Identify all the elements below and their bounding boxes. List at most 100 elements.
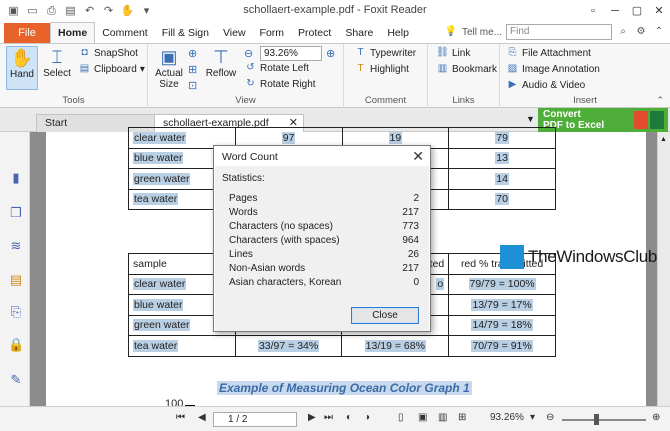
image-icon: ▨ <box>507 63 518 74</box>
save-icon[interactable]: ▤ <box>63 4 78 19</box>
maximize-icon[interactable]: ▢ <box>626 0 648 22</box>
open-icon[interactable]: ▭ <box>25 4 40 19</box>
previous-view-icon[interactable]: ◐ <box>346 412 352 423</box>
file-attachment-button[interactable]: ⎘ File Attachment <box>506 47 591 59</box>
zoom-select[interactable]: 93.26% <box>260 46 322 61</box>
dialog-body: Statistics: Pages 2 Words 217 Characters (… <box>215 166 429 331</box>
close-window-icon[interactable]: ✕ <box>648 0 670 22</box>
excel-file-icon <box>650 111 664 129</box>
select-button[interactable]: ⌶ Select <box>42 46 72 90</box>
fit-page-icon[interactable]: ⊕ <box>188 47 197 60</box>
zoom-out-status-icon[interactable]: ⊖ <box>546 412 554 423</box>
hand-tool-icon[interactable]: ✋ <box>120 4 135 19</box>
stat-row: Asian characters, Korean 0 <box>229 277 419 288</box>
previous-page-icon[interactable]: ◀ <box>198 412 206 423</box>
first-page-icon[interactable]: ⏮ <box>176 412 185 423</box>
next-view-icon[interactable]: ◑ <box>364 412 370 423</box>
chevron-up-icon[interactable]: ⌃ <box>652 25 666 39</box>
clipboard-button[interactable]: ▤ Clipboard ▾ <box>78 63 145 75</box>
print-icon[interactable]: ⎙ <box>44 4 59 19</box>
menu-help[interactable]: Help <box>380 23 416 43</box>
close-button[interactable]: Close <box>351 307 419 324</box>
rotate-right-icon: ↻ <box>246 78 255 89</box>
close-icon[interactable]: ✕ <box>412 148 424 165</box>
zoom-dropdown-icon[interactable]: ▾ <box>530 412 535 423</box>
snapshot-button[interactable]: ◘ SnapShot <box>78 47 137 59</box>
signature-icon[interactable]: ✎ <box>8 372 24 388</box>
comment-group: T Typewriter T Highlight Comment <box>344 44 428 108</box>
reflow-button[interactable]: ⊤ Reflow <box>204 46 238 90</box>
stat-row: Words 217 <box>229 207 419 218</box>
comment-label: Comment <box>364 95 407 106</box>
hand-button[interactable]: ✋ Hand <box>6 46 38 90</box>
attachments-icon[interactable]: ⎘ <box>8 304 24 320</box>
zoom-in-status-icon[interactable]: ⊕ <box>652 412 660 423</box>
single-page-icon[interactable]: ▯ <box>398 412 404 423</box>
camera-icon: ◘ <box>81 47 88 58</box>
facing-page-icon[interactable]: ▥ <box>438 412 447 423</box>
redo-icon[interactable]: ↷ <box>101 4 116 19</box>
view-label: View <box>235 95 256 106</box>
lightbulb-icon: 💡 <box>444 26 458 37</box>
undo-icon[interactable]: ↶ <box>82 4 97 19</box>
search-icon[interactable]: ⌕ <box>616 25 630 39</box>
bookmarks-icon[interactable]: ▮ <box>8 170 24 186</box>
page-number-input[interactable]: 1 / 2 <box>213 412 297 427</box>
menu-form[interactable]: Form <box>253 23 292 43</box>
rotate-right-button[interactable]: ↻ Rotate Right <box>244 78 315 90</box>
menu-fill-sign[interactable]: Fill & Sign <box>155 23 216 43</box>
last-page-icon[interactable]: ⏭ <box>324 412 333 423</box>
continuous-facing-icon[interactable]: ⊞ <box>458 412 466 423</box>
typewriter-button[interactable]: T Typewriter <box>354 47 416 59</box>
watermark-text: TheWindowsClub <box>528 247 658 266</box>
menu-share[interactable]: Share <box>338 23 380 43</box>
zoom-level[interactable]: 93.26% <box>490 412 524 423</box>
fit-visible-icon[interactable]: ⊡ <box>188 79 197 92</box>
dropdown-icon: ▾ <box>139 63 145 75</box>
zoom-slider-thumb[interactable] <box>594 414 599 425</box>
next-page-icon[interactable]: ▶ <box>308 412 316 423</box>
folder-icon[interactable]: ▣ <box>6 4 21 19</box>
insert-group: ⎘ File Attachment ▨ Image Annotation ▶ Audi… <box>500 44 670 108</box>
scroll-up-icon[interactable]: ▲ <box>660 136 667 143</box>
links-group: ⛓ Link ▥ Bookmark Links <box>428 44 500 108</box>
zoom-in-icon[interactable]: ⊕ <box>326 47 335 60</box>
hand-icon: ✋ <box>10 48 34 68</box>
reflow-icon: ⊤ <box>213 47 229 67</box>
zoom-slider[interactable] <box>562 419 646 421</box>
menu-home[interactable]: Home <box>50 22 96 43</box>
link-button[interactable]: ⛓ Link <box>436 47 470 59</box>
clipboard-icon: ▤ <box>79 63 90 74</box>
security-lock-icon[interactable]: 🔒 <box>8 337 24 353</box>
minimize-icon[interactable]: ─ <box>604 0 626 22</box>
vertical-scrollbar[interactable]: ▲ <box>657 132 670 406</box>
comments-icon[interactable]: ▤ <box>8 272 24 288</box>
menu-view[interactable]: View <box>216 23 253 43</box>
rotate-left-button[interactable]: ↺ Rotate Left <box>244 62 309 74</box>
find-input[interactable]: Find <box>506 24 612 40</box>
actual-size-button[interactable]: ▣ Actual Size <box>152 46 186 94</box>
pages-icon[interactable]: ❐ <box>8 205 24 221</box>
statistics-label: Statistics: <box>222 173 265 184</box>
convert-pdf-to-excel-banner[interactable]: Convert PDF to Excel <box>538 108 668 132</box>
typewriter-icon: T <box>357 47 364 58</box>
tell-me[interactable]: Tell me... <box>462 27 502 38</box>
settings-icon[interactable]: ⚙ <box>634 25 648 39</box>
menu-protect[interactable]: Protect <box>291 23 338 43</box>
menu-comment[interactable]: Comment <box>95 23 155 43</box>
tab-list-dropdown-icon[interactable]: ▼ <box>526 114 535 124</box>
insert-label: Insert <box>573 95 597 106</box>
restore-icon[interactable]: ▫ <box>582 0 604 22</box>
customize-icon[interactable]: ▾ <box>139 4 154 19</box>
bookmark-button[interactable]: ▥ Bookmark <box>436 63 497 75</box>
continuous-page-icon[interactable]: ▣ <box>418 412 427 423</box>
zoom-out-icon[interactable]: ⊖ <box>244 47 253 60</box>
layers-icon[interactable]: ≋ <box>8 238 24 254</box>
windows-club-logo-icon <box>500 245 524 269</box>
file-menu[interactable]: File <box>4 23 50 43</box>
collapse-ribbon-icon[interactable]: ⌃ <box>656 95 664 106</box>
highlight-button[interactable]: T Highlight <box>354 63 408 75</box>
fit-width-icon[interactable]: ⊞ <box>188 63 197 76</box>
audio-video-button[interactable]: ▶ Audio & Video <box>506 79 586 91</box>
image-annotation-button[interactable]: ▨ Image Annotation <box>506 63 600 75</box>
